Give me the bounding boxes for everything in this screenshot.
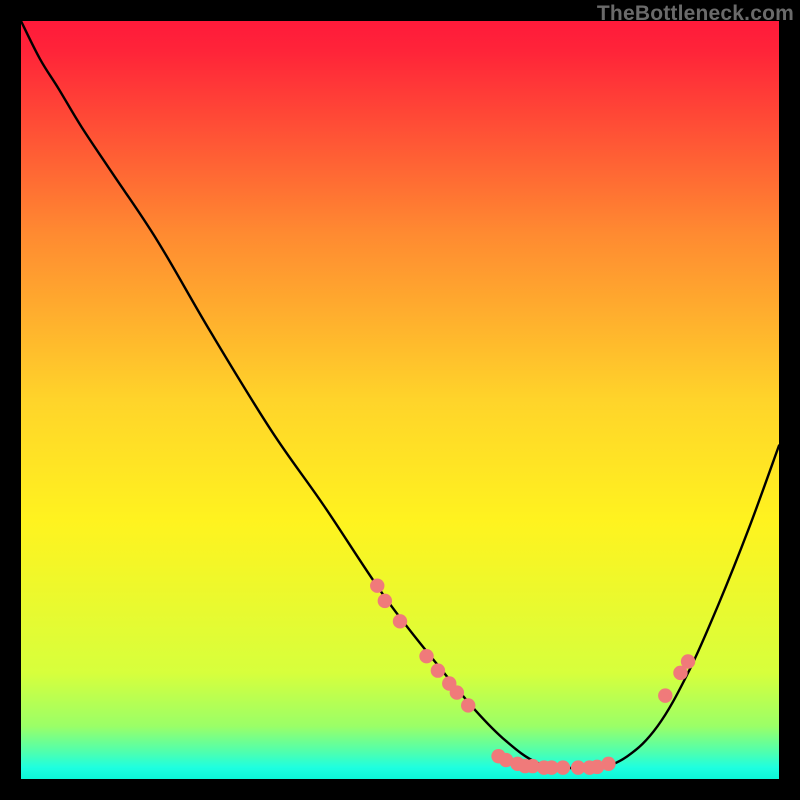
data-marker <box>378 594 392 608</box>
data-marker <box>450 685 464 699</box>
data-marker <box>419 649 433 663</box>
data-marker <box>461 698 475 712</box>
watermark-text: TheBottleneck.com <box>597 2 794 26</box>
bottleneck-curve-chart <box>21 21 779 779</box>
data-marker <box>431 663 445 677</box>
data-marker <box>601 757 615 771</box>
chart-container: TheBottleneck.com <box>0 0 800 800</box>
data-marker <box>370 579 384 593</box>
data-marker <box>393 614 407 628</box>
data-marker <box>556 760 570 774</box>
data-marker <box>681 654 695 668</box>
gradient-background <box>21 21 779 779</box>
data-marker <box>658 688 672 702</box>
